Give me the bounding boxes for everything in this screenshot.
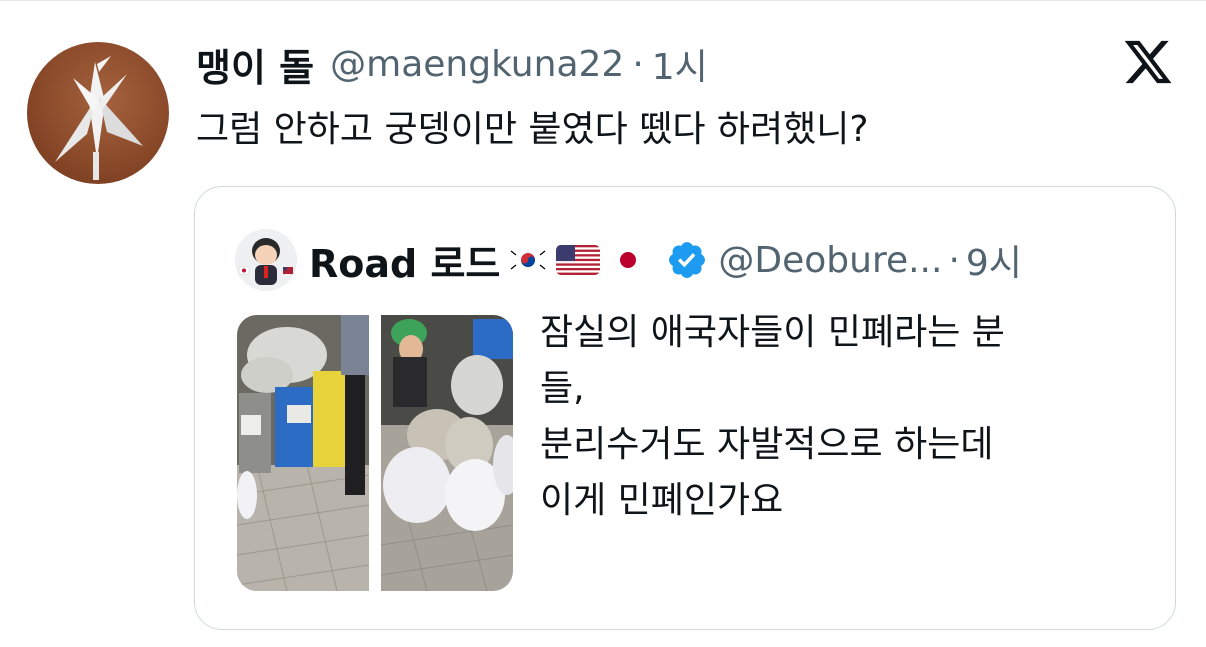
tweet-header: 맹이 돌 @maengkuna22 · 1시 [196, 38, 708, 90]
quoted-tweet-text: 잠실의 애국자들이 민폐라는 분 들, 분리수거도 자발적으로 하는데 이게 민… [540, 305, 1140, 529]
quoted-media-thumbnail[interactable] [237, 315, 513, 591]
japan-flag [606, 245, 651, 275]
tweet-text: 그럼 안하고 궁뎅이만 붙였다 뗐다 하려했니? [196, 109, 869, 150]
quoted-separator-dot: · [948, 239, 960, 281]
origami-crane-image [55, 56, 143, 180]
quoted-timestamp[interactable]: 9시 [966, 234, 1022, 286]
user-handle[interactable]: @maengkuna22 [330, 44, 624, 85]
timestamp[interactable]: 1시 [652, 38, 708, 90]
top-divider [0, 0, 1206, 7]
quoted-tweet-header: Road 로드 @Deobure... · 9시 [235, 229, 1022, 291]
display-name[interactable]: 맹이 돌 [196, 37, 314, 92]
quoted-text-line: 잠실의 애국자들이 민폐라는 분 [540, 312, 1005, 353]
avatar[interactable] [27, 42, 169, 184]
separator-dot: · [632, 43, 644, 85]
cartoon-avatar-image [235, 229, 297, 291]
quoted-text-line: 분리수거도 자발적으로 하는데 [540, 424, 994, 465]
quoted-avatar[interactable] [235, 229, 297, 291]
recycling-photo [237, 315, 513, 591]
x-logo-icon[interactable] [1122, 36, 1174, 88]
quoted-display-name[interactable]: Road 로드 [309, 233, 500, 288]
usa-flag [556, 245, 601, 275]
quoted-tweet-card[interactable]: Road 로드 @Deobure... · 9시 잠실의 애국자들이 민폐라는 … [194, 186, 1176, 630]
quoted-user-handle[interactable]: @Deobure... [718, 240, 942, 281]
quoted-text-line: 이게 민폐인가요 [540, 480, 784, 521]
verified-badge-icon [669, 242, 706, 278]
south-korea-flag [506, 245, 551, 275]
quoted-text-line: 들, [540, 368, 585, 409]
